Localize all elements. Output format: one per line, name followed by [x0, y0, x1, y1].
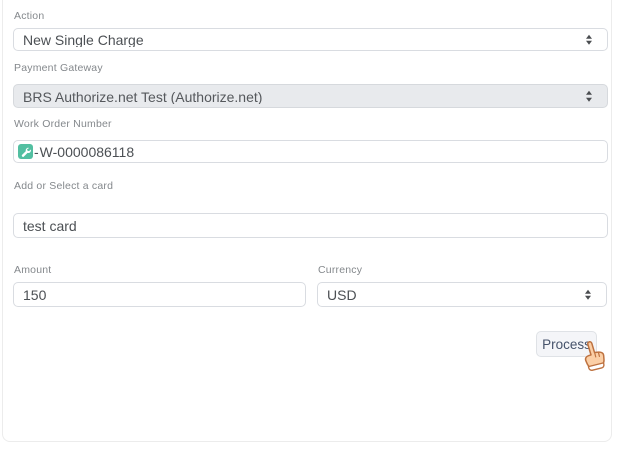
amount-label: Amount	[14, 264, 51, 276]
work-order-number-value: W-0000086118	[40, 144, 134, 160]
currency-select-value: USD	[327, 287, 357, 302]
payment-gateway-select-value: BRS Authorize.net Test (Authorize.net)	[23, 89, 262, 104]
payment-gateway-select: BRS Authorize.net Test (Authorize.net)	[13, 84, 608, 108]
card-input[interactable]	[13, 213, 608, 238]
process-button[interactable]: Process	[536, 331, 597, 357]
action-label: Action	[14, 10, 44, 22]
dual-arrow-icon	[586, 34, 592, 45]
action-select[interactable]: New Single Charge	[13, 28, 608, 51]
card-label: Add or Select a card	[14, 180, 113, 192]
dual-arrow-icon	[585, 289, 591, 300]
dual-arrow-icon	[586, 91, 592, 102]
action-select-value: New Single Charge	[23, 32, 144, 47]
currency-label: Currency	[318, 264, 362, 276]
wrench-icon	[18, 144, 33, 159]
amount-input[interactable]	[13, 282, 306, 307]
currency-select[interactable]: USD	[317, 282, 607, 307]
work-order-separator: -	[34, 144, 39, 160]
payment-gateway-label: Payment Gateway	[14, 62, 103, 74]
work-order-number-input[interactable]: - W-0000086118	[13, 140, 608, 163]
work-order-number-label: Work Order Number	[14, 118, 112, 130]
